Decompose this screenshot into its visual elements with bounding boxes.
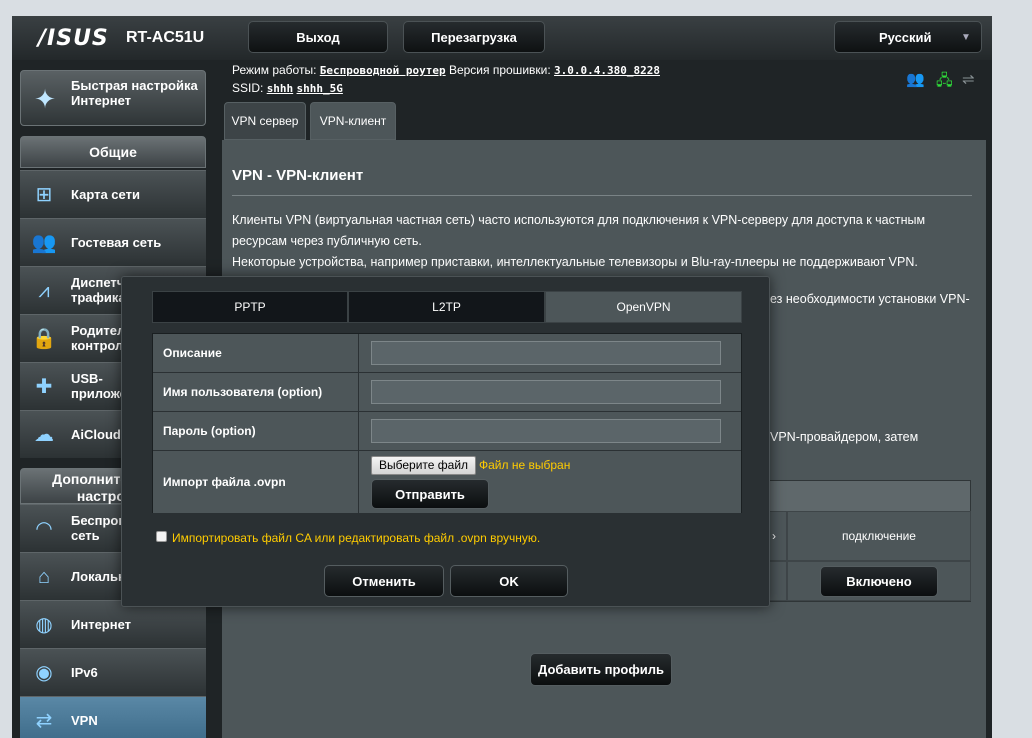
protocol-tabs: PPTP L2TP OpenVPN [152,291,742,323]
ca-checkbox-label[interactable]: Импортировать файл CA или редактировать … [172,531,540,545]
status-line-1: Режим работы: Беспроводной роутер Версия… [232,63,660,77]
ssid-label: SSID: [232,81,264,95]
username-value [359,373,741,411]
username-label: Имя пользователя (option) [153,373,359,411]
ok-button[interactable]: OK [450,565,568,597]
sidebar-item-label: USB-приложение [71,371,150,401]
add-profile-button[interactable]: Добавить профиль [530,653,672,686]
network-status-icon[interactable]: 🖧 [936,70,953,95]
logout-button[interactable]: Выход [248,21,388,53]
page-title: VPN - VPN-клиент [232,167,364,184]
sidebar-item-ipv6[interactable]: ◉ IPv6 [20,648,206,696]
network-map-icon: ⊞ [35,184,53,206]
import-row: Импорт файла .ovpn Выберите файл Файл не… [153,451,741,513]
username-row: Имя пользователя (option) [153,373,741,412]
top-bar: /ISUS RT-AC51U Выход Перезагрузка Русски… [12,16,992,60]
puzzle-icon: ✚ [35,376,53,398]
description-text-3: ез необходимости установки VPN- [770,292,970,306]
vpn-icon: ⇄ [35,710,53,732]
language-select[interactable]: Русский ▼ [834,21,982,53]
cancel-button[interactable]: Отменить [324,565,444,597]
clients-icon[interactable]: 👥 [906,70,925,88]
reboot-button[interactable]: Перезагрузка [403,21,545,53]
sidebar-item-internet[interactable]: ◍ Интернет [20,600,206,648]
password-value [359,412,741,450]
sidebar-item-network-map[interactable]: ⊞ Карта сети [20,170,206,218]
ssid-link-5g[interactable]: shhh_5G [297,82,343,95]
guest-users-icon: 👥 [31,232,57,254]
traffic-chart-icon: ⩘ [38,280,50,302]
sidebar-item-label: Родительский контроль [71,323,163,353]
divider [232,195,972,196]
general-section-title: Общие [20,136,206,168]
chevron-down-icon: ▼ [961,32,971,43]
magic-wand-icon: ✦ [34,84,56,114]
sidebar-item-label: Гостевая сеть [71,235,162,250]
tab-vpn-server[interactable]: VPN сервер [224,102,306,140]
quick-setup-button[interactable]: ✦ Быстрая настройка Интернет [20,70,206,126]
quick-setup-label: Быстрая настройка Интернет [71,78,198,108]
import-value: Выберите файл Файл не выбран Отправить [359,451,741,513]
sidebar-item-label: Карта сети [71,187,140,202]
home-icon: ⌂ [37,566,51,588]
description-label: Описание [153,334,359,372]
ipv6-icon: ◉ [35,662,53,684]
table-row: Включено [787,561,971,601]
sidebar-item-vpn[interactable]: ⇄ VPN [20,696,206,738]
asus-logo: /ISUS [38,26,109,51]
sidebar-item-label: Беспроводная сеть [71,513,165,543]
openvpn-form: Описание Имя пользователя (option) Парол… [152,333,742,513]
language-label: Русский [879,30,932,45]
no-file-text: Файл не выбран [479,458,571,472]
tab-vpn-client[interactable]: VPN-клиент [310,102,396,140]
ca-checkbox[interactable] [156,531,167,542]
password-label: Пароль (option) [153,412,359,450]
description-input[interactable] [371,341,721,365]
tab-pptp[interactable]: PPTP [152,291,348,323]
upload-button[interactable]: Отправить [371,479,489,509]
password-input[interactable] [371,419,721,443]
sidebar-item-label: VPN [71,713,98,728]
connected-button[interactable]: Включено [820,565,938,597]
mode-label: Режим работы: [232,63,317,77]
description-value [359,334,741,372]
password-row: Пароль (option) [153,412,741,451]
add-vpn-profile-dialog: PPTP L2TP OpenVPN Описание Имя пользоват… [121,276,770,607]
username-input[interactable] [371,380,721,404]
mode-link[interactable]: Беспроводной роутер [320,64,446,77]
wifi-icon: ◠ [35,518,53,540]
firmware-label: Версия прошивки: [448,63,551,77]
description: Клиенты VPN (виртуальная частная сеть) ч… [232,210,980,273]
description-text-1: Клиенты VPN (виртуальная частная сеть) ч… [232,213,926,248]
column-header-connection: подключение [787,511,971,561]
description-row: Описание [153,334,741,373]
lock-icon: 🔒 [31,328,57,350]
model-name: RT-AC51U [126,29,205,46]
sidebar-item-label: Диспетчер трафика [71,275,140,305]
globe-icon: ◍ [35,614,53,636]
sidebar-item-guest-network[interactable]: 👥 Гостевая сеть [20,218,206,266]
import-label: Импорт файла .ovpn [153,451,359,513]
sidebar-item-label: Интернет [71,617,132,632]
sidebar-item-label: IPv6 [71,665,98,680]
firmware-link[interactable]: 3.0.0.4.380_8228 [554,64,660,77]
tab-openvpn[interactable]: OpenVPN [545,291,742,323]
tab-l2tp[interactable]: L2TP [348,291,545,323]
choose-file-button[interactable]: Выберите файл [371,456,477,475]
cloud-icon: ☁ [34,424,54,446]
description-text-2: Некоторые устройства, например приставки… [232,255,918,269]
description-text-4: VPN-провайдером, затем [770,430,919,444]
ssid-link-2g[interactable]: shhh [267,82,294,95]
status-line-2: SSID: shhh shhh_5G [232,81,343,95]
usb-icon[interactable]: ⇌ [962,70,975,88]
